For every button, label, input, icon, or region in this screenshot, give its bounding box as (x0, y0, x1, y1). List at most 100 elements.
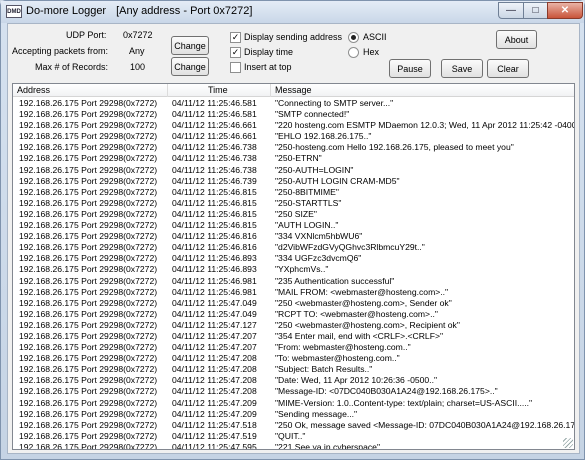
table-row[interactable]: 192.168.26.175 Port 29298(0x7272) 04/11/1… (13, 342, 574, 353)
message-cell: "Connecting to SMTP server..." (275, 98, 394, 108)
time-cell: 04/11/12 11:25:46.661 (172, 131, 257, 142)
table-row[interactable]: 192.168.26.175 Port 29298(0x7272) 04/11/1… (13, 442, 574, 449)
message-cell: "Sending message..." (275, 408, 358, 419)
address-cell: 192.168.26.175 Port 29298(0x7272) (19, 131, 158, 142)
address-cell: 192.168.26.175 Port 29298(0x7272) (19, 430, 158, 441)
time-cell: 04/11/12 11:25:46.816 (172, 242, 257, 253)
minimize-button[interactable]: — (498, 2, 524, 19)
main-panel: UDP Port: 0x7272 Accepting packets from:… (7, 23, 580, 454)
table-row[interactable]: 192.168.26.175 Port 29298(0x7272) 04/11/1… (13, 276, 574, 287)
table-row[interactable]: 192.168.26.175 Port 29298(0x7272) 04/11/1… (13, 287, 574, 298)
table-row[interactable]: 192.168.26.175 Port 29298(0x7272) 04/11/1… (13, 165, 574, 176)
window-title: Do-more Logger [Any address - Port 0x7272… (26, 5, 252, 17)
insert-at-top-label: Insert at top (244, 62, 292, 72)
message-cell: "334 UGFzc3dvcmQ6" (275, 253, 362, 264)
title-bar[interactable]: DMD Do-more Logger [Any address - Port 0x… (1, 1, 584, 23)
column-header-address[interactable]: Address (13, 84, 168, 97)
table-row[interactable]: 192.168.26.175 Port 29298(0x7272) 04/11/1… (13, 375, 574, 386)
time-cell: 04/11/12 11:25:46.893 (172, 264, 257, 275)
table-row[interactable]: 192.168.26.175 Port 29298(0x7272) 04/11/1… (13, 331, 574, 342)
address-cell: 192.168.26.175 Port 29298(0x7272) (19, 353, 158, 364)
address-cell: 192.168.26.175 Port 29298(0x7272) (19, 186, 158, 197)
clear-button[interactable]: Clear (487, 59, 529, 78)
udp-port-label: UDP Port: (66, 30, 107, 40)
ascii-radio[interactable] (348, 32, 359, 43)
table-row[interactable]: 192.168.26.175 Port 29298(0x7272) 04/11/1… (13, 231, 574, 242)
time-cell: 04/11/12 11:25:46.815 (172, 220, 257, 231)
insert-at-top-checkbox[interactable] (230, 62, 241, 73)
table-row[interactable]: 192.168.26.175 Port 29298(0x7272) 04/11/1… (13, 420, 574, 431)
table-row[interactable]: 192.168.26.175 Port 29298(0x7272) 04/11/1… (13, 431, 574, 442)
message-cell: "Message-ID: <07DC040B030A1A24@192.168.2… (275, 386, 498, 397)
table-row[interactable]: 192.168.26.175 Port 29298(0x7272) 04/11/1… (13, 353, 574, 364)
address-cell: 192.168.26.175 Port 29298(0x7272) (19, 419, 158, 430)
maximize-button[interactable]: □ (523, 2, 548, 19)
table-row[interactable]: 192.168.26.175 Port 29298(0x7272) 04/11/1… (13, 220, 574, 231)
table-row[interactable]: 192.168.26.175 Port 29298(0x7272) 04/11/1… (13, 309, 574, 320)
table-row[interactable]: 192.168.26.175 Port 29298(0x7272) 04/11/1… (13, 120, 574, 131)
time-cell: 04/11/12 11:25:46.738 (172, 164, 257, 175)
time-cell: 04/11/12 11:25:46.981 (172, 275, 257, 286)
hex-radio[interactable] (348, 47, 359, 58)
address-cell: 192.168.26.175 Port 29298(0x7272) (19, 408, 158, 419)
table-row[interactable]: 192.168.26.175 Port 29298(0x7272) 04/11/1… (13, 198, 574, 209)
close-button[interactable]: ✕ (547, 2, 583, 19)
about-button[interactable]: About (496, 30, 537, 49)
table-row[interactable]: 192.168.26.175 Port 29298(0x7272) 04/11/1… (13, 298, 574, 309)
table-row[interactable]: 192.168.26.175 Port 29298(0x7272) 04/11/1… (13, 364, 574, 375)
table-row[interactable]: 192.168.26.175 Port 29298(0x7272) 04/11/1… (13, 253, 574, 264)
log-table[interactable]: Address Time Message 192.168.26.175 Port… (12, 83, 575, 450)
resize-grip-icon[interactable] (563, 438, 573, 448)
address-cell: 192.168.26.175 Port 29298(0x7272) (19, 319, 158, 330)
table-row[interactable]: 192.168.26.175 Port 29298(0x7272) 04/11/1… (13, 109, 574, 120)
table-row[interactable]: 192.168.26.175 Port 29298(0x7272) 04/11/1… (13, 242, 574, 253)
column-header-time[interactable]: Time (168, 84, 271, 97)
table-row[interactable]: 192.168.26.175 Port 29298(0x7272) 04/11/1… (13, 187, 574, 198)
table-body: 192.168.26.175 Port 29298(0x7272) 04/11/1… (13, 98, 574, 449)
display-sending-address-label: Display sending address (244, 32, 343, 42)
hex-label: Hex (363, 47, 380, 57)
table-row[interactable]: 192.168.26.175 Port 29298(0x7272) 04/11/1… (13, 409, 574, 420)
message-cell: "250-ETRN" (275, 153, 322, 164)
message-cell: "235 Authentication successful" (275, 275, 395, 286)
time-cell: 04/11/12 11:25:47.049 (172, 297, 257, 308)
time-cell: 04/11/12 11:25:47.208 (172, 375, 257, 386)
message-cell: "250 Ok, message saved <Message-ID: 07DC… (275, 419, 575, 430)
message-cell: "250-STARTTLS" (275, 197, 342, 208)
address-cell: 192.168.26.175 Port 29298(0x7272) (19, 286, 158, 297)
table-row[interactable]: 192.168.26.175 Port 29298(0x7272) 04/11/1… (13, 131, 574, 142)
change-max-records-button[interactable]: Change (171, 57, 209, 76)
window-subtitle: [Any address - Port 0x7272] (116, 5, 253, 17)
address-cell: 192.168.26.175 Port 29298(0x7272) (19, 397, 158, 408)
address-cell: 192.168.26.175 Port 29298(0x7272) (19, 242, 158, 253)
address-cell: 192.168.26.175 Port 29298(0x7272) (19, 98, 158, 108)
table-row[interactable]: 192.168.26.175 Port 29298(0x7272) 04/11/1… (13, 142, 574, 153)
app-icon: DMD (6, 5, 22, 18)
address-cell: 192.168.26.175 Port 29298(0x7272) (19, 109, 158, 120)
column-header-message[interactable]: Message (271, 84, 574, 97)
table-row[interactable]: 192.168.26.175 Port 29298(0x7272) 04/11/1… (13, 386, 574, 397)
time-cell: 04/11/12 11:25:47.049 (172, 308, 257, 319)
time-cell: 04/11/12 11:25:47.207 (172, 342, 257, 353)
table-row[interactable]: 192.168.26.175 Port 29298(0x7272) 04/11/1… (13, 176, 574, 187)
save-button[interactable]: Save (441, 59, 483, 78)
message-cell: "MAIL FROM: <webmaster@hosteng.com>.." (275, 286, 449, 297)
table-row[interactable]: 192.168.26.175 Port 29298(0x7272) 04/11/1… (13, 153, 574, 164)
display-time-checkbox[interactable]: ✓ (230, 47, 241, 58)
display-sending-address-checkbox[interactable]: ✓ (230, 32, 241, 43)
address-cell: 192.168.26.175 Port 29298(0x7272) (19, 231, 158, 242)
table-row[interactable]: 192.168.26.175 Port 29298(0x7272) 04/11/1… (13, 398, 574, 409)
time-cell: 04/11/12 11:25:47.207 (172, 330, 257, 341)
message-cell: "EHLO 192.168.26.175.." (275, 131, 372, 142)
table-row[interactable]: 192.168.26.175 Port 29298(0x7272) 04/11/1… (13, 98, 574, 109)
address-cell: 192.168.26.175 Port 29298(0x7272) (19, 208, 158, 219)
time-cell: 04/11/12 11:25:46.738 (172, 142, 257, 153)
time-cell: 04/11/12 11:25:47.209 (172, 408, 257, 419)
change-address-button[interactable]: Change (171, 36, 209, 55)
table-row[interactable]: 192.168.26.175 Port 29298(0x7272) 04/11/1… (13, 320, 574, 331)
address-cell: 192.168.26.175 Port 29298(0x7272) (19, 330, 158, 341)
table-row[interactable]: 192.168.26.175 Port 29298(0x7272) 04/11/1… (13, 264, 574, 275)
table-row[interactable]: 192.168.26.175 Port 29298(0x7272) 04/11/1… (13, 209, 574, 220)
pause-button[interactable]: Pause (389, 59, 431, 78)
address-cell: 192.168.26.175 Port 29298(0x7272) (19, 386, 158, 397)
